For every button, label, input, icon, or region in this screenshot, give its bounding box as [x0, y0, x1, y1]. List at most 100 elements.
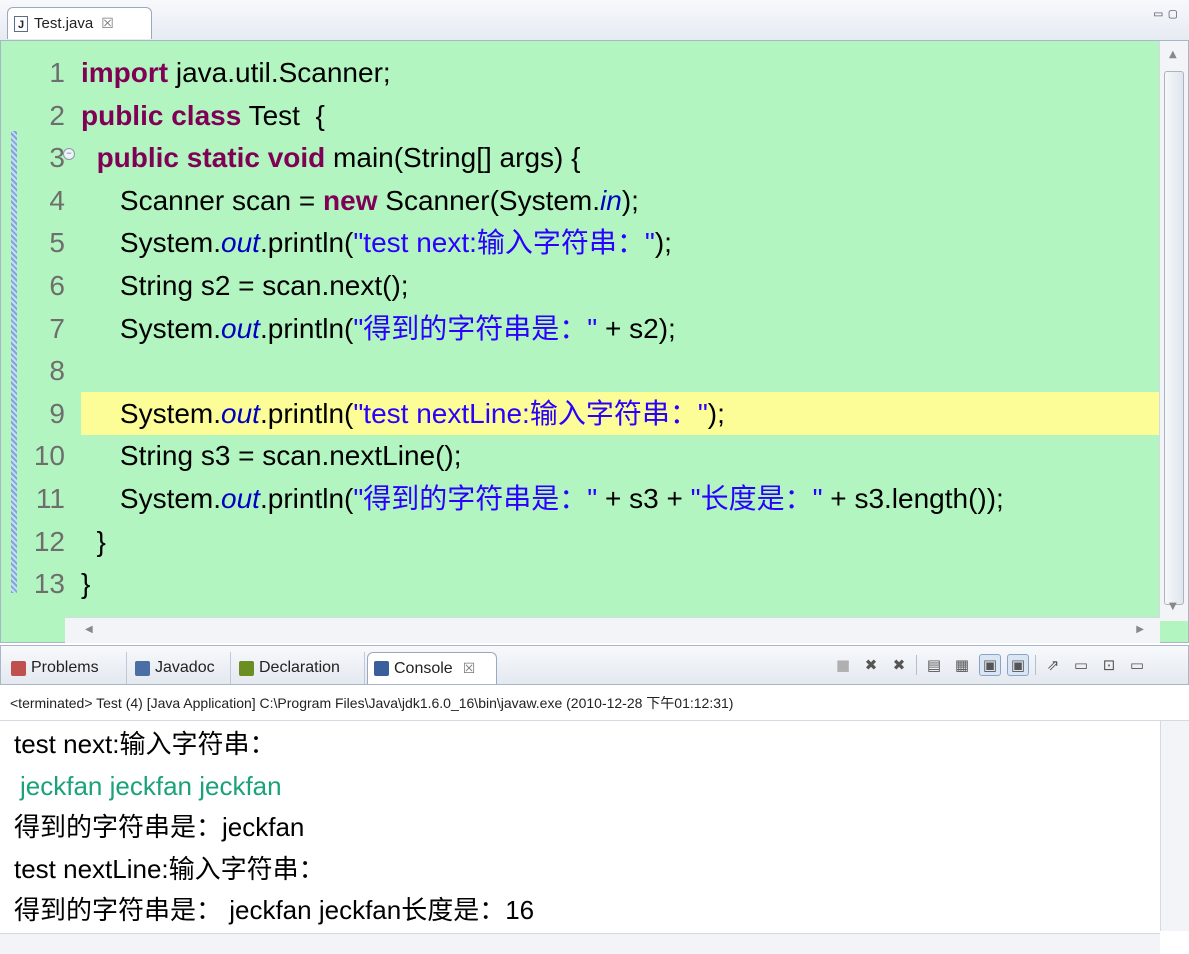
code-text: Scanner scan = new Scanner(System.in); — [81, 179, 639, 222]
code-line[interactable]: 7 System.out.println("得到的字符串是：" + s2); — [1, 307, 1161, 350]
scroll-down-icon[interactable]: ▼ — [1169, 601, 1177, 612]
code-token: + s3 + — [597, 483, 691, 514]
tab-javadoc[interactable]: Javadoc — [129, 652, 231, 684]
code-token: System. — [81, 312, 222, 344]
code-line[interactable]: 5 System.out.println("test next:输入字符串：")… — [1, 221, 1161, 264]
console-icon — [374, 661, 389, 676]
scroll-up-icon[interactable]: ▲ — [1169, 49, 1177, 60]
close-icon[interactable]: ☒ — [101, 15, 114, 32]
console-status-line: <terminated> Test (4) [Java Application]… — [0, 685, 1189, 721]
show-on-error-icon[interactable]: ▣ — [1007, 654, 1029, 676]
remove-all-icon[interactable]: ✖ — [888, 654, 910, 676]
code-line[interactable]: 10 String s3 = scan.nextLine(); — [1, 434, 1161, 477]
string-token: "长度是：" — [690, 483, 823, 514]
code-token: .println( — [259, 312, 354, 344]
string-token: "test nextLine:输入字符串：" — [353, 397, 708, 429]
code-line[interactable]: 9 System.out.println("test nextLine:输入字符… — [49, 391, 1161, 435]
java-file-icon: J — [14, 15, 28, 32]
field-token: in — [600, 184, 622, 216]
code-text: } — [81, 562, 90, 605]
toolbar-separator — [916, 655, 917, 675]
code-line[interactable]: 2 public class Test { — [1, 94, 1161, 137]
editor-horizontal-scrollbar[interactable]: ◀ ▶ — [65, 617, 1160, 643]
display-console-icon[interactable]: ▭ — [1070, 654, 1092, 676]
code-token: String s2 = scan.next(); — [81, 270, 409, 301]
toolbar-separator — [1035, 655, 1036, 675]
line-number: 1 — [49, 57, 65, 88]
code-line[interactable]: 4 Scanner scan = new Scanner(System.in); — [1, 179, 1161, 222]
problems-icon — [11, 660, 26, 676]
code-token: Scanner scan = — [81, 184, 324, 216]
remove-launch-icon[interactable]: ✖ — [860, 654, 882, 676]
line-number: 11 — [35, 483, 65, 514]
field-token: out — [221, 312, 260, 344]
console-output[interactable]: test next:输入字符串： jeckfan jeckfan jeckfan 得… — [0, 721, 1189, 954]
console-horizontal-scrollbar[interactable] — [0, 933, 1160, 954]
pin-console-icon[interactable]: ⇗ — [1042, 654, 1064, 676]
line-number: 4 — [49, 184, 65, 216]
code-text: public static void main(String[] args) { — [81, 136, 581, 179]
code-text: System.out.println("得到的字符串是：" + s2); — [81, 307, 676, 350]
fold-collapse-icon[interactable]: − — [63, 148, 75, 161]
console-output-line: 得到的字符串是：jeckfan — [14, 812, 305, 842]
code-line[interactable]: 6 String s2 = scan.next(); — [1, 264, 1161, 307]
line-number: 2 — [49, 99, 65, 131]
editor-window-buttons[interactable]: ▭▢ — [1154, 6, 1183, 22]
line-number: 12 — [33, 525, 65, 557]
keyword-token: public class — [81, 99, 242, 131]
tab-label: Problems — [31, 659, 99, 676]
code-text: public class Test { — [81, 94, 325, 137]
keyword-token: public static void — [96, 142, 326, 174]
code-editor[interactable]: 1 import java.util.Scanner; 2 public class … — [0, 40, 1189, 643]
minimize-icon[interactable]: ▭ — [1126, 654, 1148, 676]
editor-tab-test-java[interactable]: J Test.java ☒ — [7, 7, 152, 39]
tab-declaration[interactable]: Declaration — [233, 652, 365, 684]
console-input-line: jeckfan jeckfan jeckfan — [20, 770, 282, 801]
code-line[interactable]: 13} — [1, 562, 1161, 605]
console-output-line: 得到的字符串是： jeckfan jeckfan长度是：16 — [14, 895, 535, 925]
string-token: "得到的字符串是：" — [353, 312, 598, 344]
editor-scroll-thumb[interactable] — [1164, 71, 1184, 605]
line-number: 3 — [49, 142, 65, 174]
code-token: .println( — [259, 483, 354, 514]
code-line[interactable]: 8 — [1, 349, 1161, 392]
editor-vertical-scrollbar[interactable]: ▲ ▼ — [1159, 41, 1188, 621]
code-token: main(String[] args) { — [325, 142, 581, 174]
terminate-icon[interactable]: ■ — [832, 654, 854, 676]
console-output-line: test next:输入字符串： — [14, 729, 276, 759]
scroll-right-icon[interactable]: ▶ — [1136, 624, 1144, 635]
string-token: "得到的字符串是：" — [353, 483, 598, 514]
close-icon[interactable]: ☒ — [463, 660, 476, 677]
line-number: 6 — [49, 270, 65, 301]
declaration-icon — [239, 660, 254, 676]
code-token: System. — [81, 227, 222, 259]
code-token: java.util.Scanner; — [168, 57, 391, 88]
clear-console-icon[interactable]: ▤ — [923, 654, 945, 676]
tab-console[interactable]: Console ☒ — [367, 652, 497, 684]
code-text: System.out.println("test next:输入字符串："); — [81, 221, 672, 264]
tab-label: Declaration — [259, 659, 340, 676]
field-token: out — [221, 397, 260, 429]
code-token: System. — [81, 483, 222, 514]
open-console-icon[interactable]: ⊡ — [1098, 654, 1120, 676]
show-on-output-icon[interactable]: ▣ — [979, 654, 1001, 676]
scroll-left-icon[interactable]: ◀ — [85, 624, 93, 635]
console-view-tab-bar: Problems Javadoc Declaration Console ☒ ■ ✖ ✖… — [0, 645, 1189, 685]
tab-problems[interactable]: Problems — [5, 652, 127, 684]
scroll-lock-icon[interactable]: ▦ — [951, 654, 973, 676]
code-text: String s2 = scan.next(); — [81, 264, 409, 307]
tab-label: Console — [394, 659, 453, 677]
keyword-token: new — [323, 184, 378, 216]
code-line[interactable]: 11 System.out.println("得到的字符串是：" + s3 + … — [1, 477, 1161, 520]
line-number: 5 — [49, 227, 65, 259]
console-vertical-scrollbar[interactable] — [1160, 721, 1189, 931]
field-token: out — [221, 483, 260, 514]
code-line[interactable]: 12 } — [1, 520, 1161, 563]
code-line[interactable]: 1 import java.util.Scanner; — [1, 51, 1161, 94]
code-token: ); — [621, 184, 639, 216]
code-token: .println( — [259, 397, 354, 429]
code-text: System.out.println("得到的字符串是：" + s3 + "长度… — [81, 477, 1004, 520]
code-line[interactable]: 3− public static void main(String[] args… — [1, 136, 1161, 179]
tab-label: Javadoc — [155, 659, 215, 676]
